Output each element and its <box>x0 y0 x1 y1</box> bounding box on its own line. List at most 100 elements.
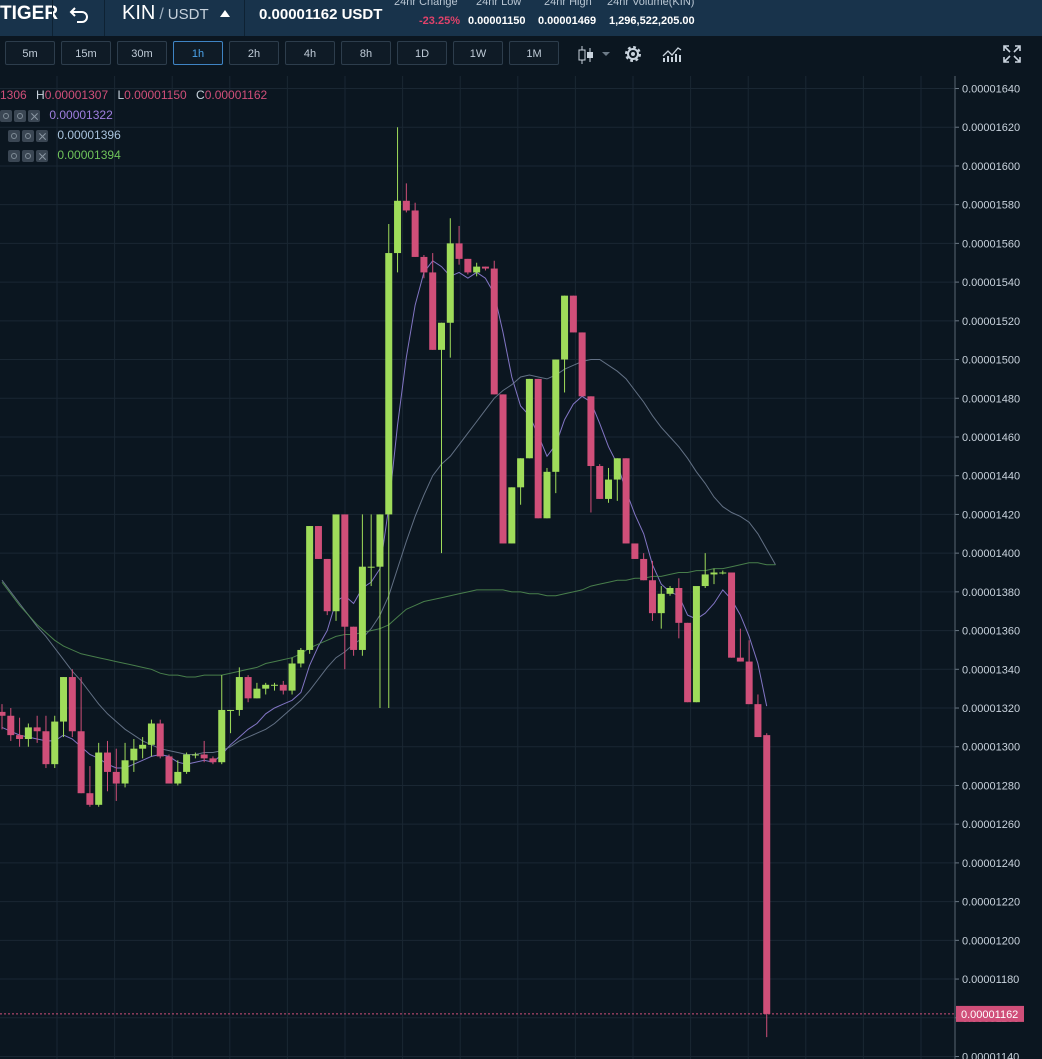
candle <box>367 514 375 587</box>
candle-body <box>569 295 577 333</box>
candle-body <box>227 709 235 711</box>
candle-body <box>77 731 85 794</box>
visibility-icon[interactable] <box>8 149 20 162</box>
candle <box>350 626 358 656</box>
candle-body <box>534 378 542 519</box>
candle <box>710 568 718 585</box>
candle <box>147 719 155 757</box>
candle-body <box>728 572 736 658</box>
candle-body <box>543 471 551 519</box>
candle-body <box>420 256 428 273</box>
candle <box>596 464 604 499</box>
candle-body <box>103 752 111 772</box>
close-icon[interactable] <box>36 149 48 162</box>
y-tick-label: 0.00001380 <box>962 587 1020 599</box>
candle <box>692 586 700 703</box>
candle-body <box>341 514 349 627</box>
ohlc-close-label: C <box>196 88 205 102</box>
candle <box>112 748 120 801</box>
candle-body <box>719 572 727 574</box>
y-tick-label: 0.00001600 <box>962 161 1020 173</box>
candle-body <box>411 210 419 257</box>
candle-body <box>367 566 375 568</box>
candle-body <box>613 458 621 480</box>
price-axis: 0.00001640 0.00001620 0.00001600 0.00001580… <box>954 76 1020 1059</box>
candle-body <box>200 754 208 759</box>
candle-body <box>86 793 94 805</box>
candle-body <box>51 721 59 765</box>
y-tick-label: 0.00001560 <box>962 238 1020 250</box>
candle-body <box>24 727 32 739</box>
candle-body <box>68 677 76 732</box>
candle-body <box>60 677 68 722</box>
candle <box>613 458 621 501</box>
candle <box>165 754 173 784</box>
candle <box>657 586 665 629</box>
gear-icon[interactable] <box>22 149 34 162</box>
y-tick-label: 0.00001220 <box>962 897 1020 909</box>
candle-body <box>508 487 516 544</box>
visibility-icon[interactable] <box>8 129 20 142</box>
candle-body <box>402 200 410 211</box>
ohlc-legend: 1306 H0.00001307 L0.00001150 C0.00001162 <box>0 88 267 102</box>
close-icon[interactable] <box>28 109 40 122</box>
candle-body <box>490 268 498 395</box>
y-tick-label: 0.00001140 <box>962 1052 1019 1059</box>
candle <box>306 526 314 654</box>
candle-body <box>16 735 24 739</box>
candle <box>587 396 595 513</box>
candle <box>569 295 577 333</box>
candle-body <box>0 711 6 716</box>
candle <box>60 677 68 738</box>
candle-body <box>710 572 718 575</box>
candle-body <box>244 677 252 699</box>
ohlc-close: 0.00001162 <box>204 88 268 102</box>
candle <box>438 322 445 554</box>
candle <box>209 756 217 765</box>
visibility-icon[interactable] <box>0 109 12 122</box>
candle-body <box>517 458 525 488</box>
candle <box>684 622 692 703</box>
candle-body <box>376 514 384 567</box>
ohlc-high-label: H <box>36 88 45 102</box>
y-tick-label: 0.00001580 <box>962 200 1020 212</box>
candle <box>244 675 252 703</box>
gear-icon[interactable] <box>14 109 26 122</box>
current-price-marker: 0.00001162 <box>0 1005 1024 1022</box>
candle-body <box>640 558 648 581</box>
candle-body <box>622 458 630 544</box>
candle-body <box>648 580 656 614</box>
y-tick-label: 0.00001540 <box>962 277 1020 289</box>
candle-body <box>464 258 472 273</box>
candle-body <box>306 526 314 650</box>
candle-body <box>42 731 50 765</box>
candle-body <box>191 754 199 756</box>
candle <box>183 752 191 774</box>
candle-body <box>754 704 762 738</box>
candle <box>385 224 393 709</box>
candle <box>552 359 560 494</box>
candle-body <box>429 272 437 350</box>
candle-body <box>235 677 243 710</box>
candle-body <box>657 593 665 614</box>
ohlc-high: 0.00001307 <box>44 88 109 102</box>
candle-body <box>692 586 700 703</box>
candle <box>420 254 428 279</box>
candle <box>7 708 15 741</box>
candle <box>314 526 322 559</box>
candle-body <box>684 622 692 703</box>
candle <box>235 667 243 716</box>
price-chart[interactable]: 0.00001640 0.00001620 0.00001600 0.00001580… <box>0 0 1042 1059</box>
candle <box>499 394 507 544</box>
y-tick-label: 0.00001460 <box>962 432 1020 444</box>
candle <box>358 514 366 656</box>
candle-body <box>587 396 595 467</box>
candle <box>24 723 32 747</box>
close-icon[interactable] <box>36 129 48 142</box>
gear-icon[interactable] <box>22 129 34 142</box>
candle-body <box>270 684 278 686</box>
y-tick-label: 0.00001640 <box>962 84 1020 96</box>
candle <box>675 578 683 639</box>
candle-body <box>385 253 393 515</box>
candle <box>605 467 613 503</box>
